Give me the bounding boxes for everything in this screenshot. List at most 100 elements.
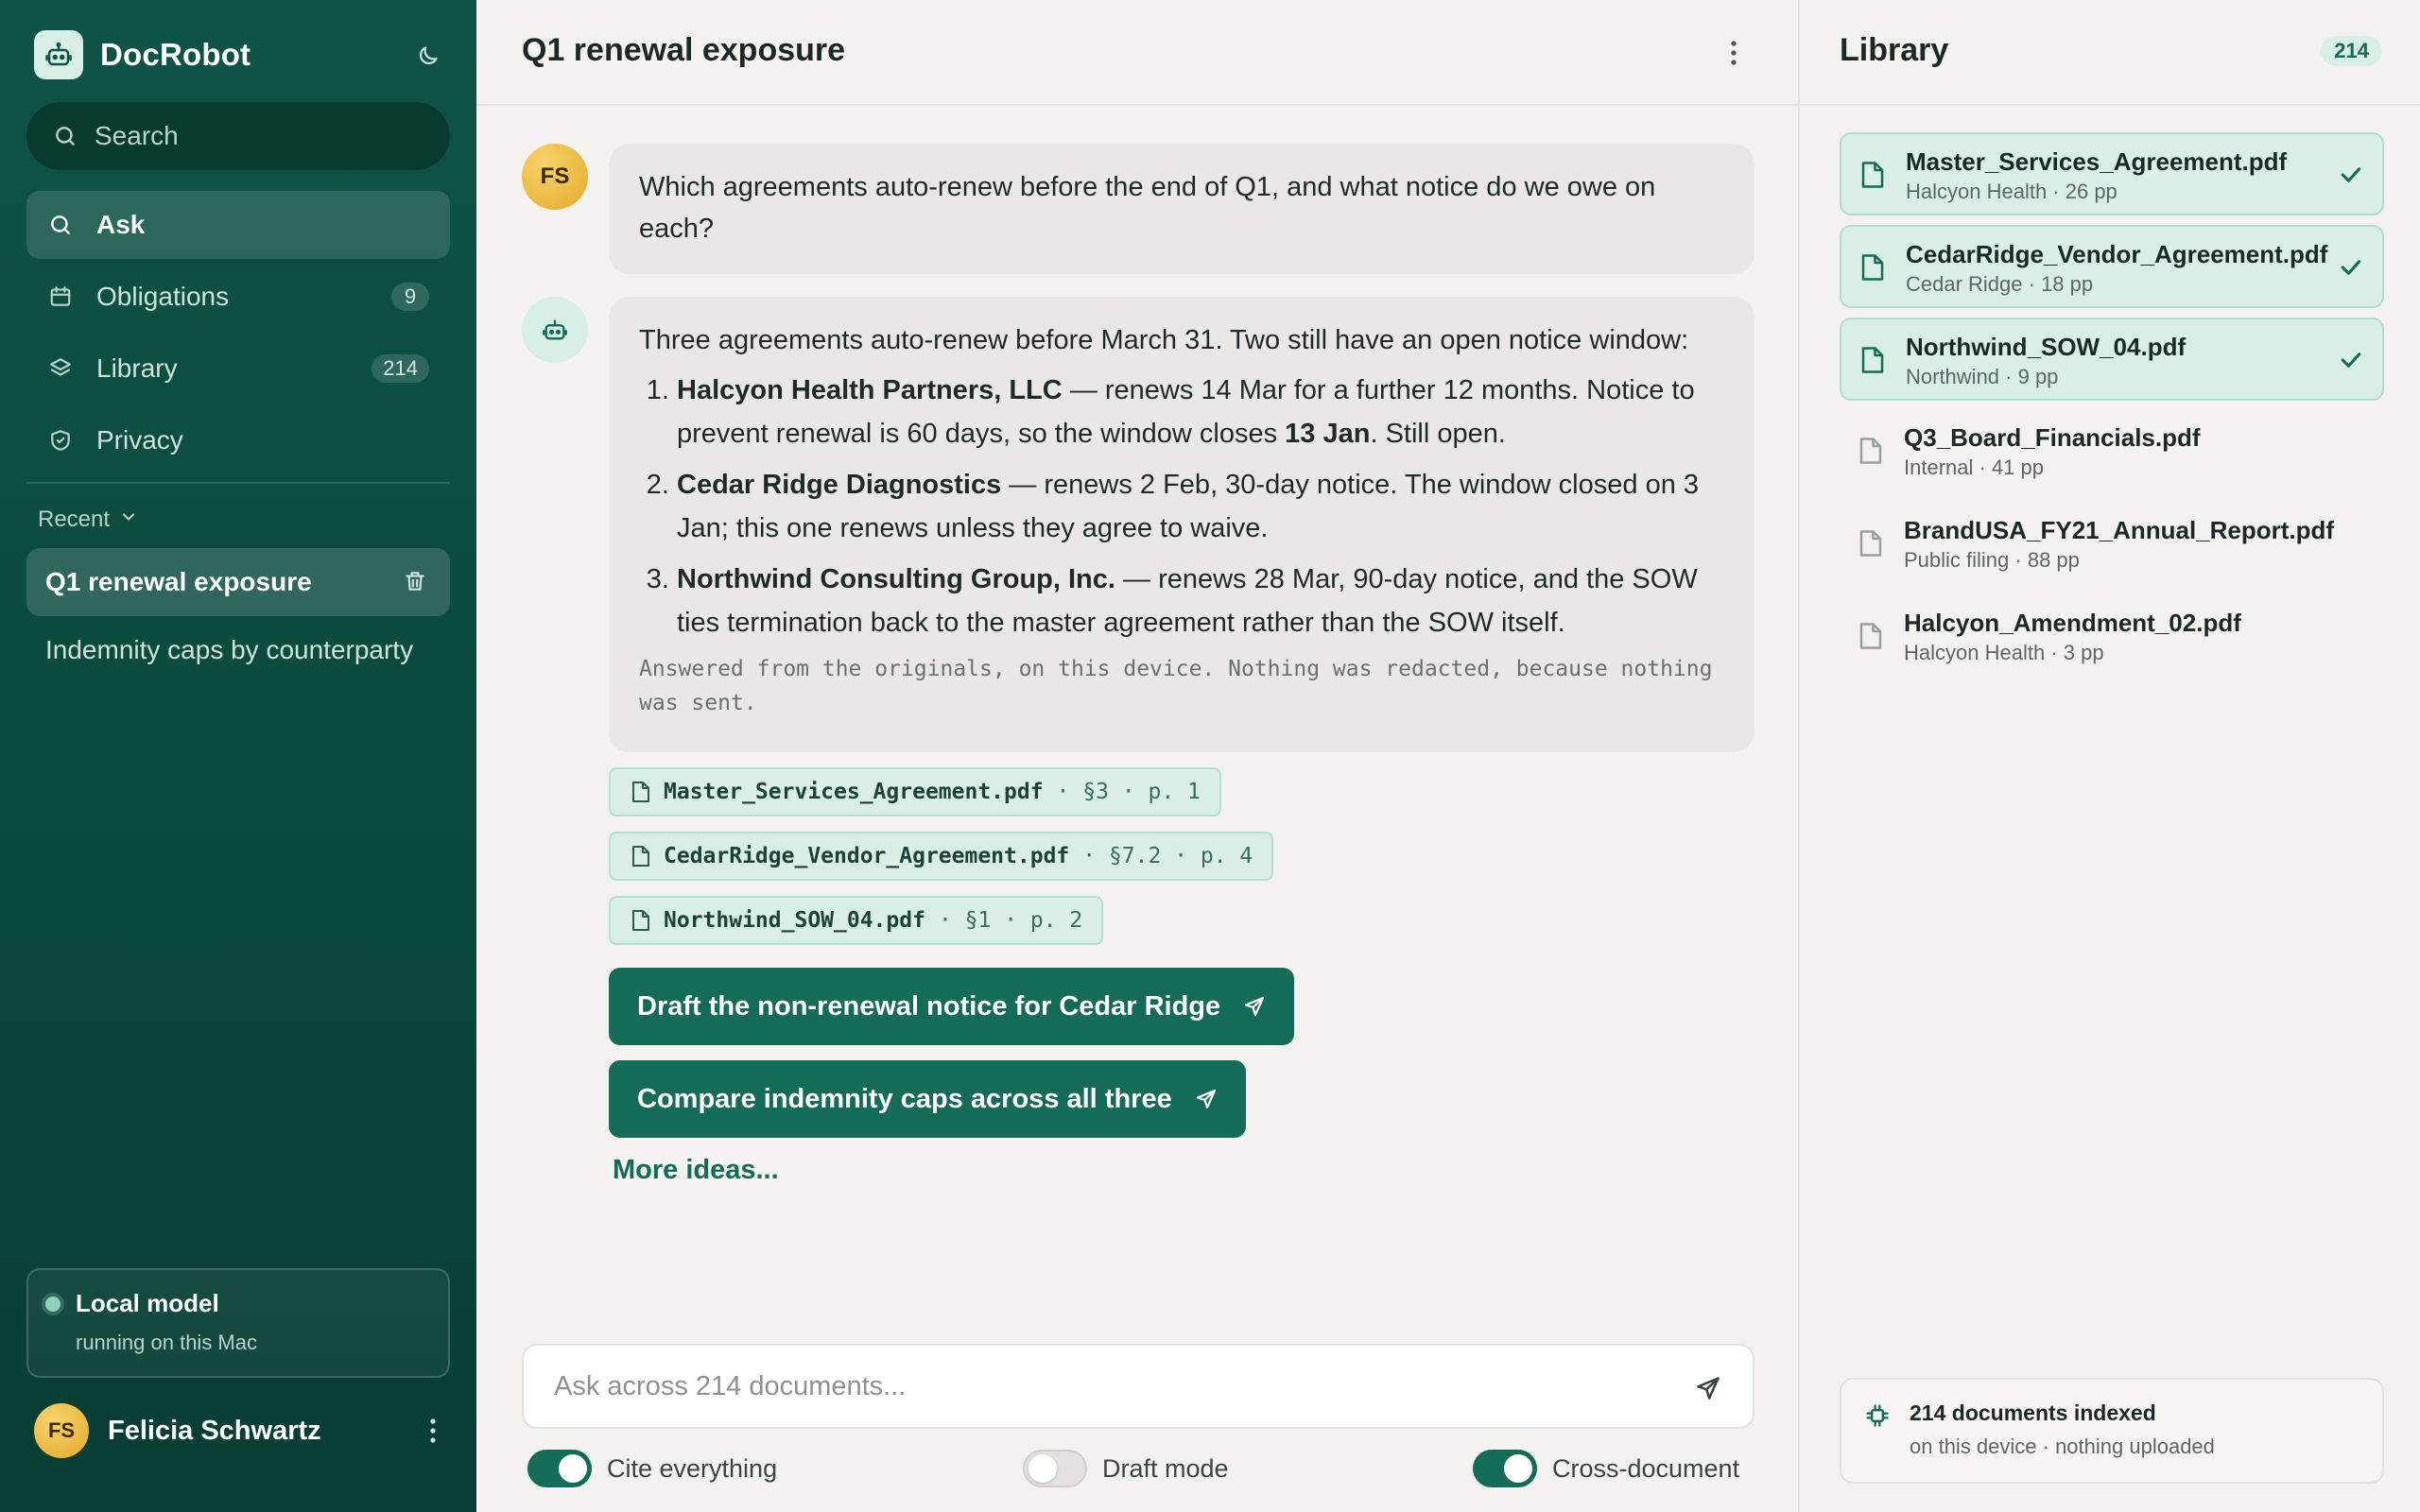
suggestion-button-compare-caps[interactable]: Compare indemnity caps across all three	[609, 1060, 1246, 1138]
user-name: Felicia Schwartz	[108, 1415, 321, 1446]
index-title: 214 documents indexed	[1910, 1400, 2156, 1425]
citation-chip[interactable]: Master_Services_Agreement.pdf · §3 · p. …	[609, 767, 1221, 816]
nav-item-privacy[interactable]: Privacy	[26, 406, 450, 474]
file-icon	[1859, 438, 1882, 464]
avatar: FS	[34, 1403, 89, 1458]
toggle-switch[interactable]	[1023, 1450, 1087, 1487]
recent-item[interactable]: Indemnity caps by counterparty	[26, 616, 450, 684]
nav-label: Library	[96, 353, 178, 383]
citation-file: CedarRidge_Vendor_Agreement.pdf	[664, 844, 1070, 868]
shield-icon	[47, 427, 74, 454]
file-icon	[632, 782, 649, 802]
chat-header: Q1 renewal exposure	[476, 0, 1798, 106]
toggle-cite-everything[interactable]: Cite everything	[527, 1448, 777, 1489]
more-vertical-icon[interactable]	[1717, 36, 1751, 70]
file-icon	[632, 846, 649, 867]
library-doc[interactable]: Q3_Board_Financials.pdf Internal · 41 pp	[1840, 410, 2384, 493]
check-icon	[2341, 352, 2361, 368]
toggle-label: Cite everything	[607, 1453, 778, 1483]
count-badge: 9	[391, 283, 429, 311]
index-subtitle: on this device · nothing uploaded	[1910, 1435, 2215, 1458]
citation-location: · §3 · p. 1	[1056, 780, 1201, 804]
send-icon	[1243, 995, 1266, 1018]
chat-panel: Q1 renewal exposure FS Which agreements …	[476, 0, 1798, 1512]
nav-label: Obligations	[96, 282, 230, 311]
count-badge: 214	[372, 354, 429, 383]
answer-intro: Three agreements auto-renew before March…	[639, 325, 1689, 355]
file-icon	[1861, 347, 1884, 373]
chat-input[interactable]: Ask across 214 documents...	[522, 1344, 1754, 1429]
more-ideas-link[interactable]: More ideas...	[613, 1155, 779, 1186]
answer-list: Halcyon Health Partners, LLC — renews 14…	[639, 369, 1724, 644]
doc-meta: Cedar Ridge · 18 pp	[1906, 272, 2094, 296]
send-icon[interactable]	[1692, 1372, 1724, 1404]
check-icon	[2341, 260, 2361, 275]
toggle-switch[interactable]	[527, 1450, 592, 1487]
recent-header-label: Recent	[38, 507, 111, 532]
file-icon	[1859, 530, 1882, 557]
nav-label: Privacy	[96, 425, 183, 455]
model-status-card: Local model running on this Mac	[26, 1268, 450, 1378]
user-profile[interactable]: FS Felicia Schwartz	[34, 1402, 450, 1459]
file-icon	[1859, 623, 1882, 649]
check-icon	[2341, 167, 2361, 182]
nav-item-ask[interactable]: Ask	[26, 191, 450, 259]
send-icon	[1195, 1088, 1218, 1110]
chip-icon	[1866, 1404, 1889, 1427]
toggle-label: Draft mode	[1102, 1453, 1229, 1483]
app-name: DocRobot	[100, 37, 251, 72]
library-doc[interactable]: CedarRidge_Vendor_Agreement.pdf Cedar Ri…	[1840, 225, 2384, 308]
file-icon	[632, 910, 649, 931]
doc-name: Master_Services_Agreement.pdf	[1906, 147, 2288, 176]
library-doc[interactable]: Master_Services_Agreement.pdf Halcyon He…	[1840, 132, 2384, 215]
library-doc[interactable]: Northwind_SOW_04.pdf Northwind · 9 pp	[1840, 318, 2384, 401]
answer-item: Northwind Consulting Group, Inc. — renew…	[677, 558, 1724, 644]
divider	[26, 482, 450, 484]
chevron-down-icon	[119, 507, 138, 533]
provenance-note: Answered from the originals, on this dev…	[639, 657, 1713, 715]
search-icon	[56, 127, 75, 146]
toggle-draft-mode[interactable]: Draft mode	[1023, 1448, 1229, 1489]
brand[interactable]: DocRobot	[34, 28, 251, 81]
search-label: Search	[95, 121, 179, 150]
suggestion-label: Draft the non-renewal notice for Cedar R…	[637, 990, 1221, 1022]
doc-name: Northwind_SOW_04.pdf	[1906, 333, 2187, 361]
moon-icon[interactable]	[412, 40, 444, 72]
library-doc[interactable]: Halcyon_Amendment_02.pdf Halcyon Health …	[1840, 595, 2384, 679]
page-title: Q1 renewal exposure	[522, 32, 846, 68]
nav-item-obligations[interactable]: Obligations 9	[26, 263, 450, 331]
more-vertical-icon[interactable]	[416, 1414, 450, 1448]
suggestion-button-draft-notice[interactable]: Draft the non-renewal notice for Cedar R…	[609, 968, 1295, 1045]
toggle-cross-document[interactable]: Cross-document	[1473, 1448, 1739, 1489]
doc-meta: Halcyon Health · 3 pp	[1904, 641, 2104, 664]
search-icon	[47, 212, 74, 238]
library-title: Library	[1840, 32, 1949, 68]
library-count-badge: 214	[2321, 36, 2382, 66]
recent-header[interactable]: Recent	[38, 507, 138, 533]
citation-chip[interactable]: CedarRidge_Vendor_Agreement.pdf · §7.2 ·…	[609, 832, 1274, 881]
suggestion-label: Compare indemnity caps across all three	[637, 1083, 1172, 1114]
citation-chip[interactable]: Northwind_SOW_04.pdf · §1 · p. 2	[609, 896, 1104, 945]
recent-item-label: Q1 renewal exposure	[45, 567, 312, 596]
library-doc[interactable]: BrandUSA_FY21_Annual_Report.pdf Public f…	[1840, 503, 2384, 586]
doc-name: Q3_Board_Financials.pdf	[1904, 423, 2201, 452]
status-dot	[45, 1297, 60, 1312]
doc-name: CedarRidge_Vendor_Agreement.pdf	[1906, 240, 2328, 268]
toggle-label: Cross-document	[1552, 1453, 1740, 1483]
recent-item-active[interactable]: Q1 renewal exposure	[26, 548, 450, 616]
sidebar-search[interactable]: Search	[26, 102, 450, 170]
nav-label: Ask	[96, 210, 146, 239]
nav-item-library[interactable]: Library 214	[26, 335, 450, 403]
chat-input-placeholder: Ask across 214 documents...	[554, 1370, 907, 1401]
doc-name: BrandUSA_FY21_Annual_Report.pdf	[1904, 516, 2335, 544]
doc-meta: Northwind · 9 pp	[1906, 365, 2059, 388]
doc-meta: Public filing · 88 pp	[1904, 548, 2080, 572]
recent-item-label: Indemnity caps by counterparty	[45, 635, 414, 664]
file-icon	[1861, 254, 1884, 281]
user-avatar: FS	[522, 144, 588, 210]
toggle-switch[interactable]	[1473, 1450, 1537, 1487]
trash-icon[interactable]	[403, 569, 429, 595]
assistant-message: Three agreements auto-renew before March…	[609, 297, 1754, 752]
file-icon	[1861, 162, 1884, 188]
layers-icon	[47, 355, 74, 382]
